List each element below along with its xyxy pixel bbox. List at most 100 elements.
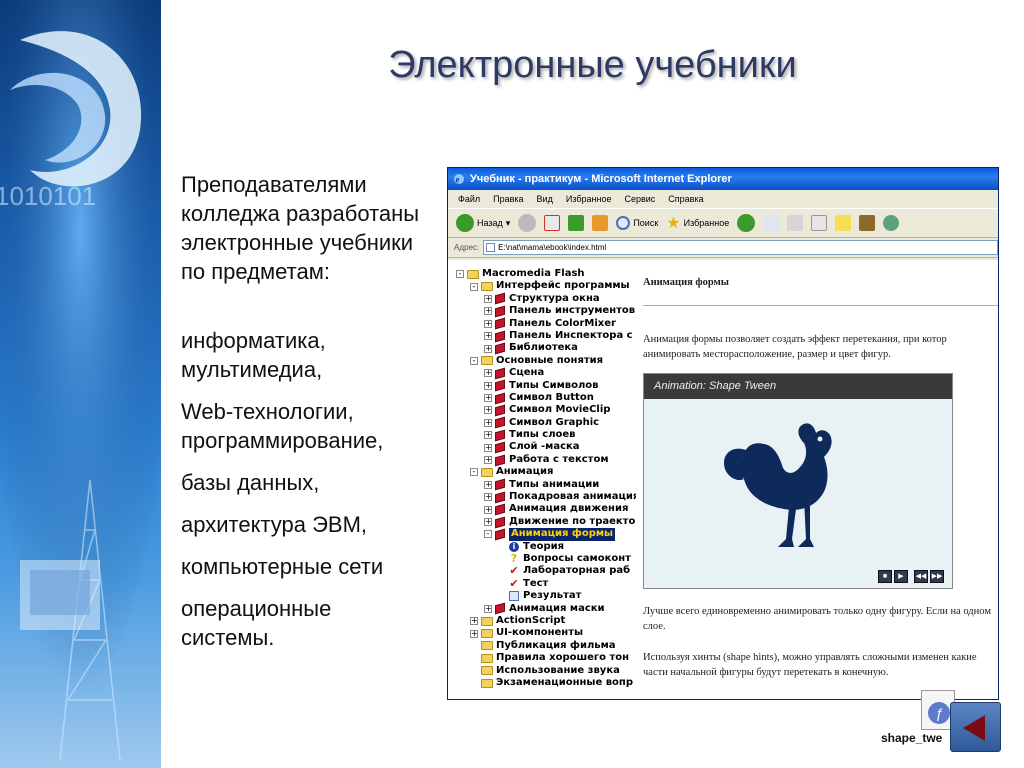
collapse-icon[interactable]: - bbox=[470, 468, 478, 477]
tree-item[interactable]: + Символ MovieClip bbox=[456, 404, 636, 417]
expand-icon[interactable]: + bbox=[484, 406, 492, 415]
tree-item[interactable]: - Основные понятия bbox=[456, 355, 636, 367]
expand-icon[interactable]: + bbox=[484, 344, 492, 353]
tree-item[interactable]: + Работа с текстом bbox=[456, 454, 636, 466]
expand-icon[interactable]: + bbox=[484, 518, 492, 526]
tree-item[interactable]: + Панель Инспектора с bbox=[456, 330, 636, 342]
collapse-icon[interactable]: - bbox=[470, 356, 478, 365]
tree-item[interactable]: + Структура окна bbox=[456, 293, 636, 305]
print-icon[interactable] bbox=[787, 215, 804, 231]
expand-icon[interactable]: + bbox=[484, 431, 492, 440]
tree-item[interactable]: + Сцена bbox=[456, 367, 636, 380]
tree-item[interactable]: + Панель инструментов bbox=[456, 305, 636, 318]
expand-icon[interactable]: + bbox=[484, 443, 492, 452]
slide-body-text: Преподавателями колледжа разработаны эле… bbox=[181, 170, 447, 652]
flash-movie[interactable]: Animation: Shape Tween ■ ▶ ◀◀ ▶▶ bbox=[643, 373, 953, 589]
tree-item[interactable]: Правила хорошего тон bbox=[456, 652, 636, 664]
book-icon bbox=[495, 528, 505, 541]
tree-item[interactable]: Использование звука bbox=[456, 665, 636, 677]
decorative-side-panel: 1010101 bbox=[0, 0, 161, 768]
refresh-icon[interactable] bbox=[568, 215, 585, 231]
book-icon bbox=[495, 503, 505, 516]
tree-item[interactable]: + Типы слоев bbox=[456, 429, 636, 442]
history-icon[interactable] bbox=[737, 214, 756, 232]
expand-icon[interactable]: + bbox=[484, 394, 492, 403]
menu-view[interactable]: Вид bbox=[537, 190, 553, 208]
menu-favorites[interactable]: Избранное bbox=[566, 190, 612, 208]
expand-icon[interactable]: + bbox=[484, 418, 492, 427]
tree-item[interactable]: + Типы Символов bbox=[456, 380, 636, 392]
fast-forward-button[interactable]: ▶▶ bbox=[930, 570, 944, 583]
tree-item-label: Анимация маски bbox=[509, 602, 605, 614]
edit-icon[interactable] bbox=[811, 215, 828, 231]
tree-item[interactable]: + Типы анимации bbox=[456, 479, 636, 491]
tree-item[interactable]: + Анимация движения bbox=[456, 503, 636, 516]
tree-item[interactable]: + Символ Graphic bbox=[456, 417, 636, 429]
stop-button[interactable]: ■ bbox=[878, 570, 892, 583]
expand-icon[interactable]: + bbox=[484, 307, 492, 316]
tree-item[interactable]: + Движение по траекто bbox=[456, 516, 636, 528]
tree-item-label: Анимация bbox=[496, 466, 554, 478]
back-nav-button[interactable] bbox=[950, 702, 1001, 752]
expand-icon[interactable]: + bbox=[484, 381, 492, 390]
messenger-icon[interactable] bbox=[859, 215, 876, 231]
expand-icon[interactable]: + bbox=[484, 480, 492, 489]
tree-item[interactable]: i Теория bbox=[456, 541, 636, 553]
tree-item[interactable]: Экзаменационные вопр bbox=[456, 677, 636, 689]
expand-icon[interactable]: + bbox=[470, 617, 478, 626]
tree-item[interactable]: - Интерфейс программы bbox=[456, 280, 636, 292]
tree-item[interactable]: + Покадровая анимация bbox=[456, 491, 636, 504]
rewind-button[interactable]: ◀◀ bbox=[914, 570, 928, 583]
menu-file[interactable]: Файл bbox=[458, 190, 480, 208]
note-icon[interactable] bbox=[835, 215, 852, 231]
article-heading: Анимация формы bbox=[643, 277, 729, 288]
tree-item[interactable]: + UI-компоненты bbox=[456, 627, 636, 639]
file-label[interactable]: shape_twe bbox=[881, 731, 942, 745]
play-button[interactable]: ▶ bbox=[894, 570, 908, 583]
search-button[interactable]: Поиск bbox=[616, 216, 658, 230]
expand-icon[interactable]: + bbox=[484, 493, 492, 502]
tree-item[interactable]: ? Вопросы самоконт bbox=[456, 552, 636, 565]
expand-icon[interactable]: + bbox=[484, 332, 492, 341]
expand-icon[interactable]: + bbox=[470, 629, 478, 638]
expand-icon[interactable]: + bbox=[484, 604, 492, 613]
back-button[interactable]: Назад ▾ bbox=[456, 214, 510, 232]
mail-icon[interactable] bbox=[763, 215, 780, 231]
users-icon[interactable] bbox=[883, 215, 900, 231]
tree-item[interactable]: + Панель ColorMixer bbox=[456, 318, 636, 330]
home-icon[interactable] bbox=[592, 215, 609, 231]
tree-item[interactable]: + Библиотека bbox=[456, 342, 636, 355]
collapse-icon[interactable]: - bbox=[470, 282, 478, 291]
expand-icon[interactable]: + bbox=[484, 505, 492, 514]
tree-item-label: Macromedia Flash bbox=[482, 268, 585, 279]
folder-icon bbox=[481, 282, 493, 292]
favorites-button[interactable]: ★ Избранное bbox=[666, 213, 729, 233]
forward-icon[interactable] bbox=[518, 214, 537, 232]
tree-item[interactable]: Публикация фильма bbox=[456, 640, 636, 652]
tree-item[interactable]: - Анимация формы bbox=[456, 528, 636, 541]
expand-icon[interactable]: + bbox=[484, 294, 492, 303]
folder-icon bbox=[481, 678, 493, 688]
menu-help[interactable]: Справка bbox=[668, 190, 703, 208]
collapse-icon[interactable]: - bbox=[484, 530, 492, 539]
expand-icon[interactable]: + bbox=[484, 456, 492, 465]
expand-icon[interactable]: + bbox=[484, 319, 492, 328]
tree-item[interactable]: - Анимация bbox=[456, 466, 636, 478]
address-field[interactable]: E:\nat\mama\ebook\index.html bbox=[483, 240, 998, 255]
tree-item[interactable]: + ActionScript bbox=[456, 615, 636, 627]
tree-item[interactable]: ✔ Лабораторная раб bbox=[456, 564, 636, 577]
tree-item[interactable]: + Анимация маски bbox=[456, 603, 636, 615]
tree-item-label: Покадровая анимация bbox=[509, 491, 636, 503]
menu-tools[interactable]: Сервис bbox=[624, 190, 655, 208]
tree-item[interactable]: Результат bbox=[456, 590, 636, 602]
tree-item[interactable]: ✔ Тест bbox=[456, 577, 636, 590]
collapse-icon[interactable]: - bbox=[456, 270, 464, 279]
menu-edit[interactable]: Правка bbox=[493, 190, 523, 208]
tree-item[interactable]: + Слой -маска bbox=[456, 441, 636, 454]
tree-item[interactable]: + Символ Button bbox=[456, 392, 636, 404]
folder-icon bbox=[481, 356, 493, 366]
tree-item[interactable]: - Macromedia Flash bbox=[456, 268, 636, 280]
tree-item-label: Интерфейс программы bbox=[496, 280, 630, 292]
stop-icon[interactable] bbox=[544, 215, 561, 231]
expand-icon[interactable]: + bbox=[484, 369, 492, 378]
